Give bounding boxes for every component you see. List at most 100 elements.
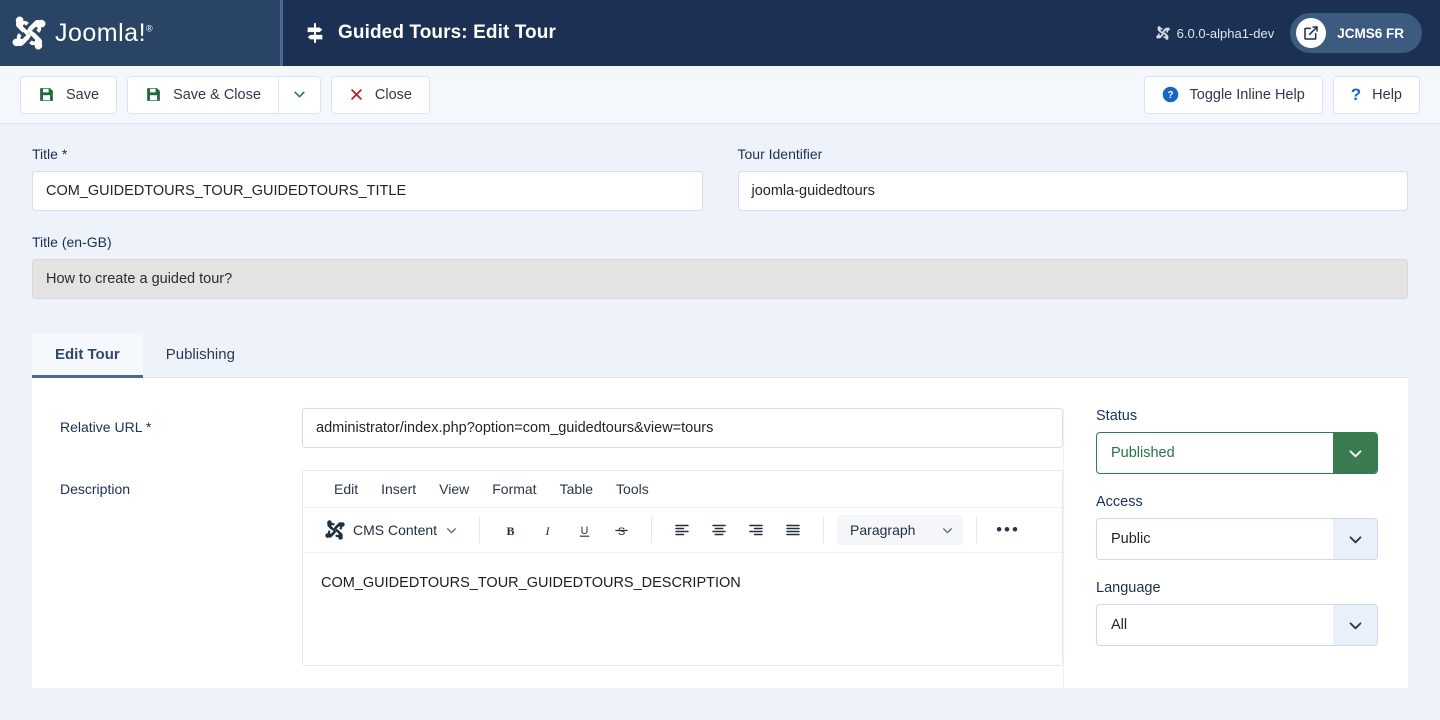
format-select-value: Paragraph: [850, 522, 915, 538]
status-label: Status: [1096, 408, 1378, 424]
access-value: Public: [1097, 519, 1333, 559]
brand-wordmark: Joomla!®: [55, 21, 153, 46]
page-body: Title * COM_GUIDEDTOURS_TOUR_GUIDEDTOURS…: [0, 124, 1440, 688]
editor-menu-table[interactable]: Table: [551, 478, 602, 500]
editor-menu-tools[interactable]: Tools: [607, 478, 658, 500]
editor-menu-format[interactable]: Format: [483, 478, 545, 500]
joomla-brand[interactable]: Joomla!®: [12, 16, 153, 50]
joomla-logo-icon: [12, 16, 46, 50]
close-button-label: Close: [375, 87, 412, 103]
align-center-icon: [710, 521, 728, 539]
title-engb-input: How to create a guided tour?: [32, 259, 1408, 299]
rich-text-editor: Edit Insert View Format Table Tools: [302, 470, 1063, 666]
toolbar-divider: [651, 517, 652, 543]
toolbar-divider: [976, 517, 977, 543]
align-left-icon: [673, 521, 691, 539]
save-dropdown-button[interactable]: [278, 76, 321, 114]
description-label: Description: [60, 470, 302, 497]
bold-button[interactable]: B: [493, 514, 527, 546]
help-button-label: Help: [1372, 87, 1402, 103]
svg-text:U: U: [580, 525, 588, 537]
cms-content-button[interactable]: CMS Content: [321, 514, 466, 546]
chevron-down-icon: [1333, 433, 1377, 473]
title-input[interactable]: COM_GUIDEDTOURS_TOUR_GUIDEDTOURS_TITLE: [32, 171, 703, 211]
question-circle-icon: ?: [1162, 86, 1179, 103]
relative-url-input[interactable]: administrator/index.php?option=com_guide…: [302, 408, 1063, 448]
status-value: Published: [1097, 433, 1333, 473]
required-asterisk: *: [62, 146, 67, 162]
title-field-group: Title * COM_GUIDEDTOURS_TOUR_GUIDEDTOURS…: [32, 146, 703, 211]
save-button-label: Save: [66, 87, 99, 103]
site-link-label: JCMS6 FR: [1337, 26, 1404, 41]
help-button[interactable]: ? Help: [1333, 76, 1420, 114]
description-row: Description Edit Insert View Format Tabl…: [60, 470, 1063, 666]
tabs-container: Edit Tour Publishing Relative URL * admi…: [32, 333, 1408, 688]
editor-menu-view[interactable]: View: [430, 478, 478, 500]
close-x-icon: [349, 87, 364, 102]
toggle-inline-help-button[interactable]: ? Toggle Inline Help: [1144, 76, 1323, 114]
joomla-mark-icon: [325, 520, 345, 540]
floppy-disk-icon: [38, 86, 55, 103]
close-button[interactable]: Close: [331, 76, 430, 114]
chevron-down-icon: [941, 524, 954, 537]
required-asterisk: *: [146, 419, 151, 435]
title-label: Title *: [32, 146, 703, 162]
save-button[interactable]: Save: [20, 76, 117, 114]
editor-toolbar: Save Save & Close Close ? Toggle Inli: [0, 66, 1440, 124]
svg-text:?: ?: [1167, 90, 1173, 101]
language-select[interactable]: All: [1096, 604, 1378, 646]
italic-button[interactable]: I: [530, 514, 564, 546]
align-right-icon: [747, 521, 765, 539]
underline-button[interactable]: U: [567, 514, 601, 546]
more-options-button[interactable]: •••: [990, 514, 1026, 546]
header-right: 6.0.0-alpha1-dev JCMS6 FR: [1156, 0, 1440, 66]
relative-url-label: Relative URL *: [60, 408, 302, 435]
tour-identifier-input[interactable]: joomla-guidedtours: [738, 171, 1409, 211]
align-justify-button[interactable]: [776, 514, 810, 546]
header-title-area: Guided Tours: Edit Tour: [280, 0, 1156, 66]
cms-content-label: CMS Content: [353, 522, 437, 538]
tab-list: Edit Tour Publishing: [32, 333, 1408, 378]
toolbar-divider: [823, 517, 824, 543]
strikethrough-button[interactable]: S: [604, 514, 638, 546]
language-field: Language All: [1096, 580, 1378, 646]
editor-content[interactable]: COM_GUIDEDTOURS_TOUR_GUIDEDTOURS_DESCRIP…: [303, 553, 1062, 665]
format-select[interactable]: Paragraph: [837, 515, 963, 545]
italic-icon: I: [539, 522, 556, 539]
save-and-close-label: Save & Close: [173, 87, 261, 103]
version-indicator: 6.0.0-alpha1-dev: [1156, 26, 1275, 41]
brand-area[interactable]: Joomla!®: [0, 0, 280, 66]
tab-publishing[interactable]: Publishing: [143, 333, 258, 378]
access-select[interactable]: Public: [1096, 518, 1378, 560]
edit-tour-sidebar: Status Published Access Public: [1063, 408, 1408, 688]
align-center-button[interactable]: [702, 514, 736, 546]
external-link-icon: [1296, 18, 1326, 48]
chevron-down-icon: [1333, 519, 1377, 559]
signpost-icon: [304, 22, 326, 44]
tab-edit-tour[interactable]: Edit Tour: [32, 333, 143, 378]
align-justify-icon: [784, 521, 802, 539]
align-right-button[interactable]: [739, 514, 773, 546]
toolbar-divider: [479, 517, 480, 543]
floppy-disk-icon: [145, 86, 162, 103]
status-select[interactable]: Published: [1096, 432, 1378, 474]
app-header: Joomla!® Guided Tours: Edit Tour 6.0.0-a…: [0, 0, 1440, 66]
svg-text:I: I: [544, 523, 550, 537]
underline-icon: U: [576, 522, 593, 539]
strikethrough-icon: S: [613, 522, 630, 539]
tour-identifier-label: Tour Identifier: [738, 146, 1409, 162]
chevron-down-icon: [292, 87, 307, 102]
relative-url-control: administrator/index.php?option=com_guide…: [302, 408, 1063, 448]
title-engb-field-group: Title (en-GB) How to create a guided tou…: [32, 211, 1408, 299]
save-and-close-button[interactable]: Save & Close: [127, 76, 279, 114]
align-left-button[interactable]: [665, 514, 699, 546]
top-fields-row: Title * COM_GUIDEDTOURS_TOUR_GUIDEDTOURS…: [32, 124, 1408, 211]
chevron-down-icon: [445, 524, 458, 537]
site-link-button[interactable]: JCMS6 FR: [1290, 13, 1422, 53]
save-close-group: Save & Close: [127, 76, 321, 114]
editor-menu-insert[interactable]: Insert: [372, 478, 425, 500]
editor-menu-edit[interactable]: Edit: [325, 478, 367, 500]
language-label: Language: [1096, 580, 1378, 596]
tour-identifier-field-group: Tour Identifier joomla-guidedtours: [738, 146, 1409, 211]
editor-format-toolbar: CMS Content B: [303, 508, 1062, 553]
